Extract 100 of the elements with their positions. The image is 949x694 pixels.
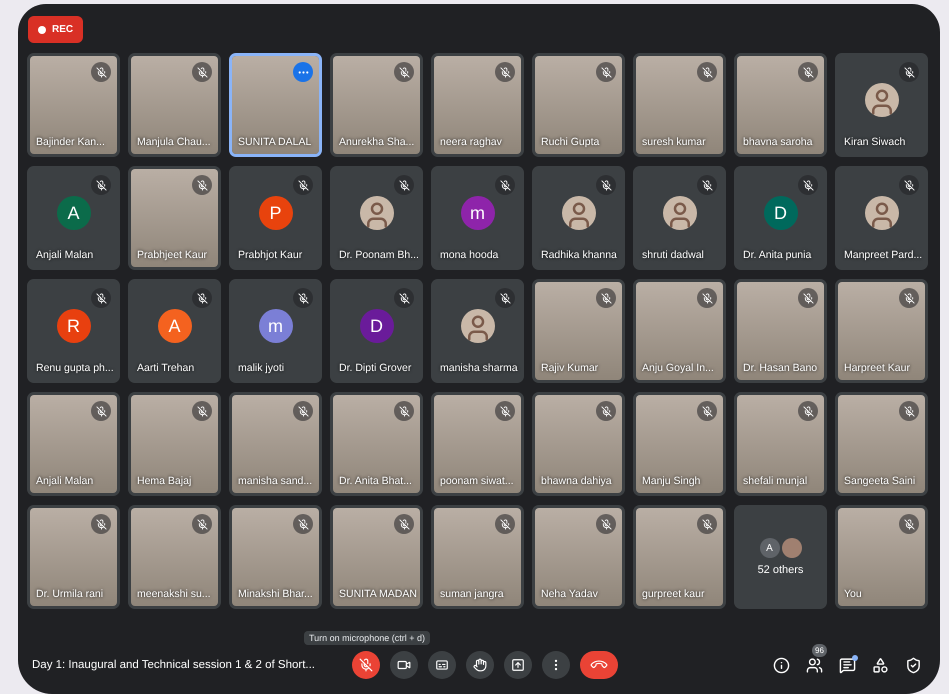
participant-tile[interactable]: meenakshi su... (128, 505, 221, 609)
participant-tile[interactable]: Minakshi Bhar... (229, 505, 322, 609)
participant-name: SUNITA DALAL (238, 136, 312, 148)
participant-name: Manjula Chau... (137, 136, 211, 148)
participant-tile[interactable]: Dr. Anita Bhat... (330, 392, 423, 496)
participant-tile[interactable]: Dr. Hasan Bano (734, 279, 827, 383)
participant-name: Renu gupta ph... (36, 362, 114, 374)
participant-name: neera raghav (440, 136, 502, 148)
participant-name: bhavna saroha (743, 136, 812, 148)
participant-tile[interactable]: Manju Singh (633, 392, 726, 496)
participant-tile[interactable]: Rajiv Kumar (532, 279, 625, 383)
participant-name: Dr. Poonam Bh... (339, 249, 419, 261)
participant-tile[interactable]: bhawna dahiya (532, 392, 625, 496)
participant-name: Anjali Malan (36, 249, 94, 261)
participant-tile[interactable]: A Anjali Malan (27, 166, 120, 270)
avatar-circle: m (460, 196, 494, 230)
participant-name: Radhika khanna (541, 249, 617, 261)
participant-tile[interactable]: Manjula Chau... (128, 53, 221, 157)
participant-tile[interactable]: A Aarti Trehan (128, 279, 221, 383)
avatar-circle: D (764, 196, 798, 230)
participant-tile[interactable]: m malik jyoti (229, 279, 322, 383)
participant-tile[interactable]: Anurekha Sha... (330, 53, 423, 157)
participant-tile[interactable]: A 52 others (734, 505, 827, 609)
participant-tile[interactable]: shruti dadwal (633, 166, 726, 270)
participant-tile[interactable]: Anju Goyal In... (633, 279, 726, 383)
participant-name: Prabhjot Kaur (238, 249, 302, 261)
participant-name: Neha Yadav (541, 588, 598, 600)
participant-tile[interactable]: Sangeeta Saini (835, 392, 928, 496)
participant-name: Bajinder Kan... (36, 136, 105, 148)
avatar-circle: P (258, 196, 292, 230)
participant-tile[interactable]: m mona hooda (431, 166, 524, 270)
participant-name: Sangeeta Saini (844, 475, 916, 487)
participant-tile[interactable]: D Dr. Dipti Grover (330, 279, 423, 383)
participant-name: manisha sand... (238, 475, 312, 487)
participant-name: suman jangra (440, 588, 504, 600)
avatar-circle: A (56, 196, 90, 230)
participant-tile[interactable]: suresh kumar (633, 53, 726, 157)
recording-badge: REC (28, 16, 84, 43)
participant-tile[interactable]: shefali munjal (734, 392, 827, 496)
participant-tile[interactable]: manisha sand... (229, 392, 322, 496)
participant-tile[interactable]: Ruchi Gupta (532, 53, 625, 157)
avatar-circle: A (158, 309, 192, 343)
participant-name: SUNITA MADAN (339, 588, 417, 600)
participant-tile[interactable]: suman jangra (431, 505, 524, 609)
participant-name: Anjali Malan (36, 475, 94, 487)
participant-tile[interactable]: Dr. Poonam Bh... (330, 166, 423, 270)
participant-tile[interactable]: neera raghav (431, 53, 524, 157)
participant-name: Ruchi Gupta (541, 136, 600, 148)
participant-name: Dr. Dipti Grover (339, 362, 412, 374)
participant-name: suresh kumar (642, 136, 706, 148)
participant-count: 96 (812, 644, 827, 656)
avatar-circle: D (360, 309, 394, 343)
participant-name: Harpreet Kaur (844, 362, 910, 374)
participant-tile[interactable]: R Renu gupta ph... (27, 279, 120, 383)
participant-name: manisha sharma (440, 362, 518, 374)
participant-name: bhawna dahiya (541, 475, 612, 487)
participant-tile[interactable]: Manpreet Pard... (835, 166, 928, 270)
participant-name: shefali munjal (743, 475, 808, 487)
participant-tile[interactable]: Hema Bajaj (128, 392, 221, 496)
participant-name: Dr. Hasan Bano (743, 362, 818, 374)
participant-tile[interactable]: bhavna saroha (734, 53, 827, 157)
tooltip: Turn on microphone (ctrl + d) (304, 631, 430, 645)
participant-tile[interactable]: SUNITA MADAN (330, 505, 423, 609)
participant-tile[interactable]: Harpreet Kaur (835, 279, 928, 383)
participant-tile[interactable]: Neha Yadav (532, 505, 625, 609)
participant-tile[interactable]: D Dr. Anita punia (734, 166, 827, 270)
meeting-title: Day 1: Inaugural and Technical session 1 & 2 of Short... (32, 659, 316, 671)
participant-name: Hema Bajaj (137, 475, 192, 487)
participant-tile[interactable]: poonam siwat... (431, 392, 524, 496)
participant-tile[interactable]: Bajinder Kan... (27, 53, 120, 157)
participant-name: 52 others (758, 564, 804, 576)
participant-name: Rajiv Kumar (541, 362, 598, 374)
participant-tile[interactable]: manisha sharma (431, 279, 524, 383)
participant-tile[interactable]: Anjali Malan (27, 392, 120, 496)
participant-name: meenakshi su... (137, 588, 211, 600)
participant-tile[interactable]: You (835, 505, 928, 609)
participant-tile[interactable]: Prabhjeet Kaur (128, 166, 221, 270)
participant-name: poonam siwat... (440, 475, 514, 487)
participant-name: gurpreet kaur (642, 588, 704, 600)
participant-name: shruti dadwal (642, 249, 704, 261)
participant-tile[interactable]: P Prabhjot Kaur (229, 166, 322, 270)
participant-tile[interactable]: gurpreet kaur (633, 505, 726, 609)
participant-name: mona hooda (440, 249, 498, 261)
participant-tile[interactable]: Kiran Siwach (835, 53, 928, 157)
participant-tile[interactable]: Dr. Urmila rani (27, 505, 120, 609)
participant-name: malik jyoti (238, 362, 284, 374)
participant-name: Manju Singh (642, 475, 700, 487)
participant-name: Manpreet Pard... (844, 249, 922, 261)
participant-name: Dr. Anita punia (743, 249, 812, 261)
avatar-circle: R (56, 309, 90, 343)
avatar-circle: m (258, 309, 292, 343)
participant-name: You (844, 588, 862, 600)
participant-tile[interactable]: Radhika khanna (532, 166, 625, 270)
participant-name: Minakshi Bhar... (238, 588, 313, 600)
participant-name: Dr. Urmila rani (36, 588, 104, 600)
participant-tile[interactable]: SUNITA DALAL (229, 53, 322, 157)
participant-name: Anurekha Sha... (339, 136, 414, 148)
participant-name: Dr. Anita Bhat... (339, 475, 412, 487)
participant-name: Kiran Siwach (844, 136, 906, 148)
participant-name: Aarti Trehan (137, 362, 194, 374)
